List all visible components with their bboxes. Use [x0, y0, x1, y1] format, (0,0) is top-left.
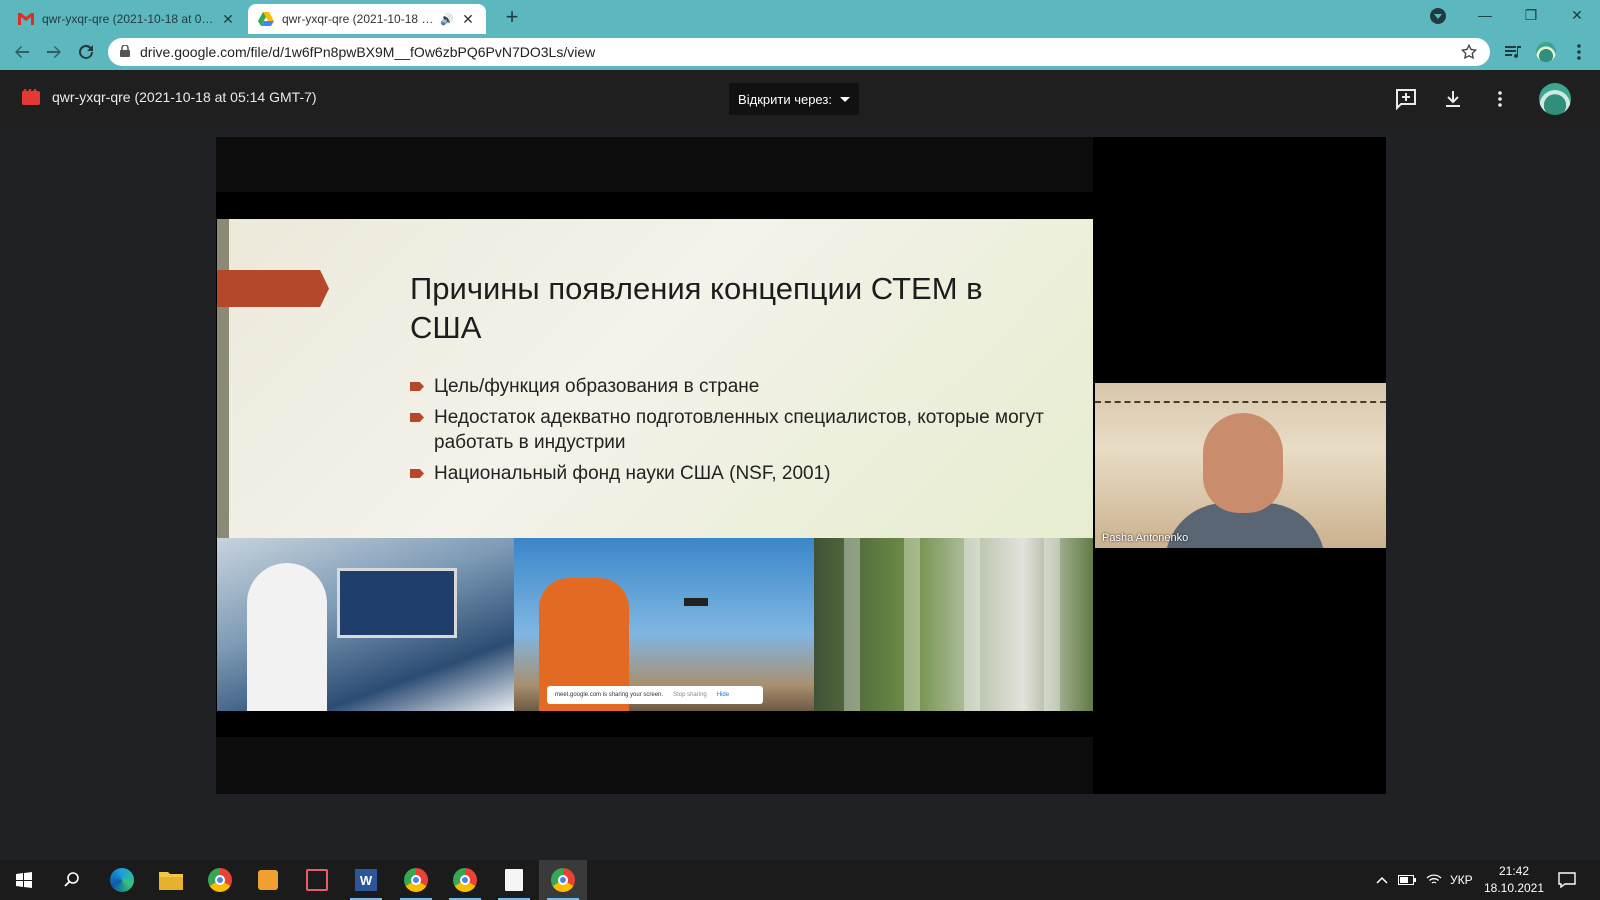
notepad-icon[interactable]	[490, 860, 538, 900]
tab-title: qwr-yxqr-qre (2021-10-18 at 05:14 GMT-7)	[282, 12, 436, 26]
chrome-menu-icon[interactable]	[1568, 41, 1590, 63]
video-letterbox-top	[216, 137, 1093, 192]
url-text: drive.google.com/file/d/1w6fPn8pwBX9M__f…	[140, 44, 596, 60]
notifications-icon[interactable]	[1558, 860, 1576, 900]
slide-title: Причины появления концепции СТЕМ в США	[410, 271, 983, 345]
address-bar[interactable]: drive.google.com/file/d/1w6fPn8pwBX9M__f…	[108, 38, 1490, 66]
gmail-icon	[18, 11, 34, 27]
new-tab-button[interactable]: +	[500, 6, 524, 30]
slide-bullet: Недостаток адекватно подготовленных спец…	[410, 405, 1050, 455]
chevron-down-icon	[839, 96, 850, 102]
media-control-icon[interactable]	[1502, 41, 1524, 63]
show-hidden-icons-icon[interactable]	[1376, 860, 1388, 900]
participant-video-tile: Pasha Antonenko	[1095, 383, 1386, 548]
video-letterbox-bottom	[216, 737, 1093, 794]
slide-bullet-list: Цель/функция образования в стране Недост…	[410, 374, 1050, 492]
download-icon[interactable]	[1441, 87, 1465, 111]
slide-bullet: Национальный фонд науки США (NSF, 2001)	[410, 461, 1050, 486]
back-icon[interactable]	[10, 40, 34, 64]
taskbar-clock[interactable]: 21:42 18.10.2021	[1478, 863, 1550, 897]
tab-title: qwr-yxqr-qre (2021-10-18 at 05:14 GMT-7)	[42, 12, 214, 26]
chrome-profile-icon[interactable]	[392, 860, 440, 900]
close-window-button[interactable]: ✕	[1554, 0, 1600, 30]
more-options-icon[interactable]	[1488, 87, 1512, 111]
screen-share-notice: meet.google.com is sharing your screen. …	[547, 686, 763, 704]
minimize-button[interactable]: —	[1462, 0, 1508, 30]
drive-preview-header: qwr-yxqr-qre (2021-10-18 at 05:14 GMT-7)…	[0, 70, 1600, 128]
chrome-profile-icon[interactable]	[441, 860, 489, 900]
file-title: qwr-yxqr-qre (2021-10-18 at 05:14 GMT-7)	[52, 89, 317, 105]
clock-date: 18.10.2021	[1483, 881, 1545, 895]
slide-side-bar	[217, 219, 229, 538]
lab-scientist-photo	[217, 538, 514, 711]
browser-toolbar: drive.google.com/file/d/1w6fPn8pwBX9M__f…	[0, 34, 1600, 70]
search-icon[interactable]	[48, 860, 96, 900]
browser-tab-strip: qwr-yxqr-qre (2021-10-18 at 05:14 GMT-7)…	[0, 0, 1600, 34]
profile-avatar[interactable]	[1535, 41, 1557, 63]
stop-sharing-button: Stop sharing	[673, 692, 707, 698]
presentation-slide: Причины появления концепции СТЕМ в США Ц…	[217, 219, 1093, 711]
add-comment-icon[interactable]	[1394, 87, 1418, 111]
clock-time: 21:42	[1498, 864, 1530, 878]
word-icon[interactable]: W	[342, 860, 390, 900]
slide-bullet: Цель/функция образования в стране	[410, 374, 1050, 399]
restore-button[interactable]: ❐	[1508, 0, 1554, 30]
windows-start-icon[interactable]	[0, 860, 48, 900]
edge-icon[interactable]	[98, 860, 146, 900]
tab-drive[interactable]: qwr-yxqr-qre (2021-10-18 at 05:14 GMT-7)…	[248, 4, 486, 34]
input-language[interactable]: УКР	[1450, 860, 1473, 900]
file-explorer-icon[interactable]	[147, 860, 195, 900]
reload-icon[interactable]	[74, 40, 98, 64]
tab-gmail[interactable]: qwr-yxqr-qre (2021-10-18 at 05:14 GMT-7)…	[8, 4, 246, 34]
participant-name: Pasha Antonenko	[1102, 532, 1189, 544]
google-drive-icon	[258, 11, 274, 27]
wifi-icon[interactable]	[1426, 860, 1442, 900]
account-avatar[interactable]	[1539, 83, 1571, 115]
bookmark-star-icon[interactable]	[1460, 43, 1478, 61]
close-tab-icon[interactable]: ✕	[460, 11, 476, 27]
windows-taskbar: W УКР 21:42 18.10.2021	[0, 860, 1600, 900]
battery-icon[interactable]	[1398, 860, 1416, 900]
tab-search-icon[interactable]	[1430, 8, 1446, 24]
open-with-dropdown[interactable]: Відкрити через:	[729, 83, 859, 115]
lock-icon	[120, 44, 130, 60]
chrome-icon[interactable]	[196, 860, 244, 900]
open-with-label: Відкрити через:	[738, 91, 832, 107]
close-tab-icon[interactable]: ✕	[220, 11, 236, 27]
video-file-icon	[22, 88, 40, 105]
share-notice-text: meet.google.com is sharing your screen.	[555, 692, 664, 698]
slide-arrow-decoration	[217, 270, 329, 307]
media-player-icon[interactable]	[244, 860, 292, 900]
forward-icon[interactable]	[42, 40, 66, 64]
vertical-farm-photo	[814, 538, 1093, 711]
hide-button: Hide	[716, 692, 730, 698]
snipping-tool-icon[interactable]	[293, 860, 341, 900]
chrome-profile-icon[interactable]	[539, 860, 587, 900]
speaker-icon[interactable]: 🔊	[440, 13, 454, 26]
